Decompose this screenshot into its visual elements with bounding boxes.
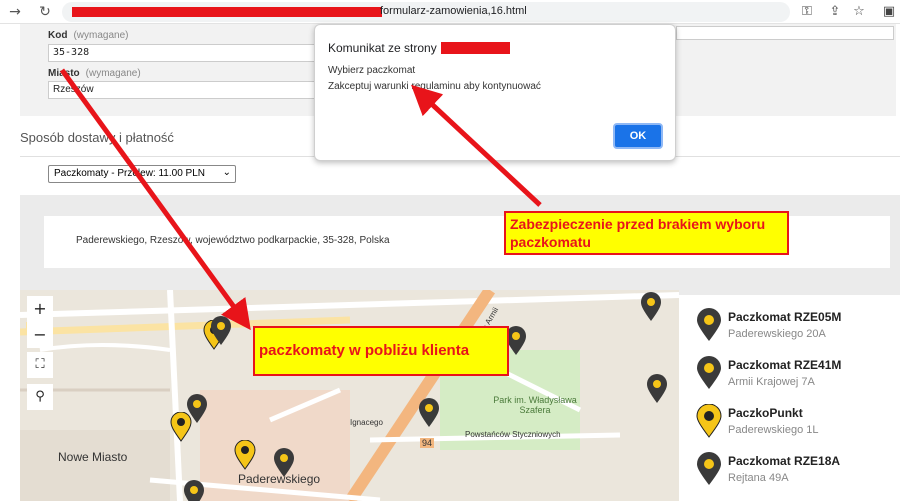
map[interactable]: 878 94 Nowe Miasto Paderewskiego Park im… [20,290,679,501]
kod-label-text: Kod [48,30,68,41]
map-label-powstancow: Powstańców Styczniowych [465,430,561,439]
miasto-label: Miasto (wymagane) [48,68,141,79]
textarea-resize[interactable] [676,26,894,40]
dialog-message-2: Zakceptuj warunki regulaminu aby kontynu… [328,81,541,92]
map-pin-yellow[interactable] [234,440,256,470]
point-address: Paderewskiego 1L [728,424,819,436]
address-bar[interactable]: formularz-zamowienia,16.html [62,2,790,22]
map-pin-dark[interactable] [183,480,205,501]
url-text: formularz-zamowienia,16.html [380,5,527,17]
point-name: PaczkoPunkt [728,406,803,420]
zoom-in-button[interactable]: + [27,296,53,322]
map-pin-dark[interactable] [640,292,662,322]
paczkomat-pin-icon [697,452,721,485]
map-pin-dark[interactable] [418,398,440,428]
map-pin-dark[interactable] [210,316,232,346]
delivery-section-title: Sposób dostawy i płatność [20,130,174,145]
delivery-select-value: Paczkomaty - Przelew: 11.00 PLN [54,168,205,179]
back-arrow-icon[interactable]: → [6,3,24,21]
map-label-ignacego: Ignacego [350,418,383,427]
chevron-down-icon: ⌄ [222,167,231,178]
pickup-point-item[interactable]: Paczkomat RZE18A Rejtana 49A [690,450,900,494]
paczkomat-pin-icon [697,356,721,389]
kod-hint: (wymagane) [73,30,129,41]
extension-icon[interactable]: ▣ [880,3,898,21]
pickup-point-item[interactable]: PaczkoPunkt Paderewskiego 1L [690,402,900,446]
paczkomat-pin-icon [697,308,721,341]
map-background [20,290,679,501]
dialog-message-1: Wybierz paczkomat [328,65,416,76]
pickup-point-item[interactable]: Paczkomat RZE41M Armii Krajowej 7A [690,354,900,398]
point-address: Rejtana 49A [728,472,789,484]
address-text: Paderewskiego, Rzeszów, województwo podk… [76,235,390,246]
point-address: Armii Krajowej 7A [728,376,815,388]
kod-label: Kod (wymagane) [48,30,128,41]
zoom-out-button[interactable]: − [27,322,53,348]
locate-pin-icon[interactable]: ⚲ [27,384,53,410]
map-pin-dark[interactable] [273,448,295,478]
miasto-label-text: Miasto [48,68,80,79]
point-name: Paczkomat RZE41M [728,358,842,372]
browser-toolbar: → ↻ formularz-zamowienia,16.html ⚿ ⇪ ☆ ▣ [0,0,900,24]
alert-dialog: Komunikat ze strony Wybierz paczkomat Za… [314,24,676,161]
miasto-input[interactable]: Rzeszów [48,81,318,99]
share-icon[interactable]: ⇪ [826,3,844,21]
map-label-nowe-miasto: Nowe Miasto [58,450,128,464]
point-name: Paczkomat RZE05M [728,310,842,324]
fullscreen-icon[interactable]: ⛶ [27,352,53,378]
kod-input[interactable]: 35-328 [48,44,318,62]
map-label-park: Park im. Władysława Szafera [493,395,577,415]
annotation-protection: Zabezpieczenie przed brakiem wyboru pacz… [504,211,789,255]
dialog-title: Komunikat ze strony [328,41,437,55]
annotation-nearby: paczkomaty w pobliżu klienta [253,326,509,376]
pickup-point-item[interactable]: Paczkomat RZE05M Paderewskiego 20A [690,306,900,350]
reload-icon[interactable]: ↻ [36,3,54,21]
key-icon[interactable]: ⚿ [798,3,816,21]
map-pin-yellow[interactable] [170,412,192,442]
point-name: Paczkomat RZE18A [728,454,841,468]
delivery-select[interactable]: Paczkomaty - Przelew: 11.00 PLN ⌄ [48,165,236,183]
redacted-url-mark [72,7,382,17]
map-label-94: 94 [420,438,435,448]
ok-button[interactable]: OK [613,123,663,149]
star-icon[interactable]: ☆ [850,3,868,21]
redacted-site-mark [441,42,510,54]
miasto-hint: (wymagane) [85,68,141,79]
map-pin-dark[interactable] [646,374,668,404]
paczkopunkt-pin-icon [696,404,722,438]
point-address: Paderewskiego 20A [728,328,826,340]
